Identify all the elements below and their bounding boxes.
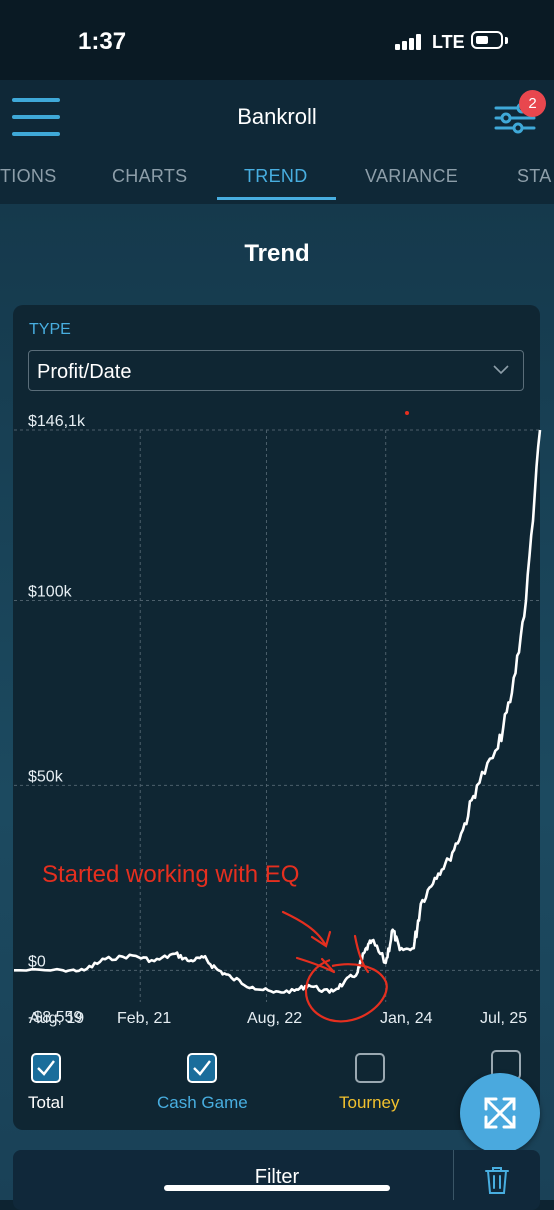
legend-label-total: Total — [28, 1093, 64, 1112]
tourney-checkbox[interactable] — [355, 1053, 385, 1083]
y-tick-label: $50k — [28, 768, 64, 785]
y-tick-label: $146,1k — [28, 413, 86, 430]
legend-label-cash-game: Cash Game — [157, 1093, 248, 1112]
cash-game-checkbox[interactable] — [187, 1053, 217, 1083]
profit-trend-chart: $146,1k$100k$50k$0-$8.559Aug, 19 Feb, 21 A… — [14, 413, 542, 1027]
legend-label-tourney: Tourney — [339, 1093, 400, 1112]
total-checkbox[interactable] — [31, 1053, 61, 1083]
home-indicator — [164, 1185, 390, 1191]
annotation-arrow — [281, 910, 332, 948]
y-tick-label: $100k — [28, 583, 73, 600]
profit-series-line — [14, 429, 542, 994]
filter-divider — [453, 1150, 454, 1200]
x-tick-label: Feb, 21 — [117, 1010, 171, 1027]
expand-arrows-icon — [484, 1097, 516, 1129]
x-tick-label: Aug, 19 — [29, 1010, 84, 1027]
expand-chart-button[interactable] — [460, 1073, 540, 1153]
trash-icon[interactable] — [484, 1165, 510, 1195]
annotation-dot — [405, 411, 409, 415]
y-tick-label: $0 — [28, 953, 46, 970]
x-tick-label: Jul, 25 — [480, 1010, 527, 1027]
x-tick-label: Aug, 22 — [247, 1010, 302, 1027]
annotation-text: Started working with EQ — [42, 861, 300, 888]
x-tick-label: Jan, 24 — [380, 1010, 433, 1027]
